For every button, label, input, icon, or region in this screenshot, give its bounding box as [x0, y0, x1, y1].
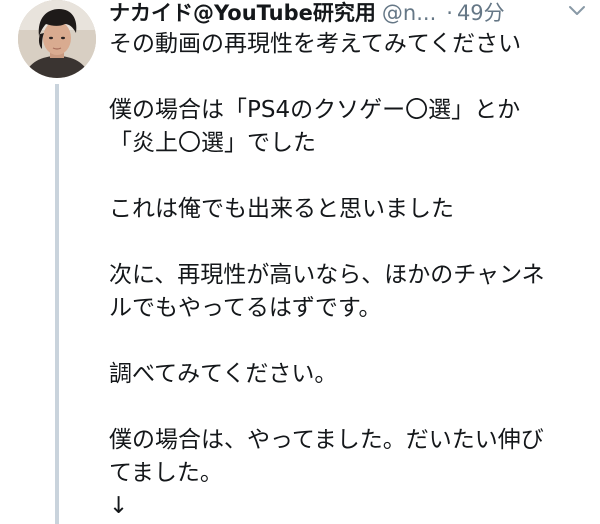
tweet-line: これは俺でも出来ると思いました — [109, 196, 454, 222]
tweet-paragraph: 僕の場合は、やってました。だいたい伸び てました。 ↓ — [109, 424, 597, 523]
header-separator: · — [446, 1, 453, 25]
tweet-paragraph: 僕の場合は「PS4のクソゲー〇選」とか 「炎上〇選」でした — [109, 94, 597, 160]
tweet-paragraph: その動画の再現性を考えてみてください — [109, 28, 597, 61]
avatar[interactable] — [18, 0, 96, 78]
tweet-line: 調べてみてください。 — [109, 361, 338, 387]
chevron-down-icon[interactable] — [566, 0, 588, 22]
tweet-line: その動画の再現性を考えてみてください — [109, 31, 522, 57]
tweet-line: 次に、再現性が高いなら、ほかのチャンネ — [109, 262, 545, 288]
tweet-line: 「炎上〇選」でした — [109, 130, 316, 156]
tweet-paragraph: これは俺でも出来ると思いました — [109, 193, 597, 226]
tweet-line: てました。 — [109, 460, 223, 486]
thread-connector-line — [55, 84, 59, 524]
tweet-paragraph: 次に、再現性が高いなら、ほかのチャンネ ルでもやってるはずです。 — [109, 259, 597, 325]
tweet[interactable]: ナカイド@YouTube研究用 @n... · 49分 その動画の再現性を考えてみてく… — [0, 0, 600, 524]
tweet-line: 僕の場合は、やってました。だいたい伸び — [109, 427, 544, 453]
user-avatar-photo — [18, 0, 96, 78]
down-arrow-glyph: ↓ — [109, 493, 129, 519]
tweet-header: ナカイド@YouTube研究用 @n... · 49分 — [109, 0, 599, 28]
tweet-text: その動画の再現性を考えてみてください 僕の場合は「PS4のクソゲー〇選」とか 「… — [109, 28, 597, 523]
tweet-line: ルでもやってるはずです。 — [109, 295, 382, 321]
tweet-timestamp[interactable]: 49分 — [457, 1, 505, 25]
tweet-line: 僕の場合は「PS4のクソゲー〇選」とか — [109, 97, 521, 123]
author-display-name[interactable]: ナカイド@YouTube研究用 — [109, 1, 376, 25]
author-handle[interactable]: @n... — [382, 1, 436, 25]
tweet-paragraph: 調べてみてください。 — [109, 358, 597, 391]
